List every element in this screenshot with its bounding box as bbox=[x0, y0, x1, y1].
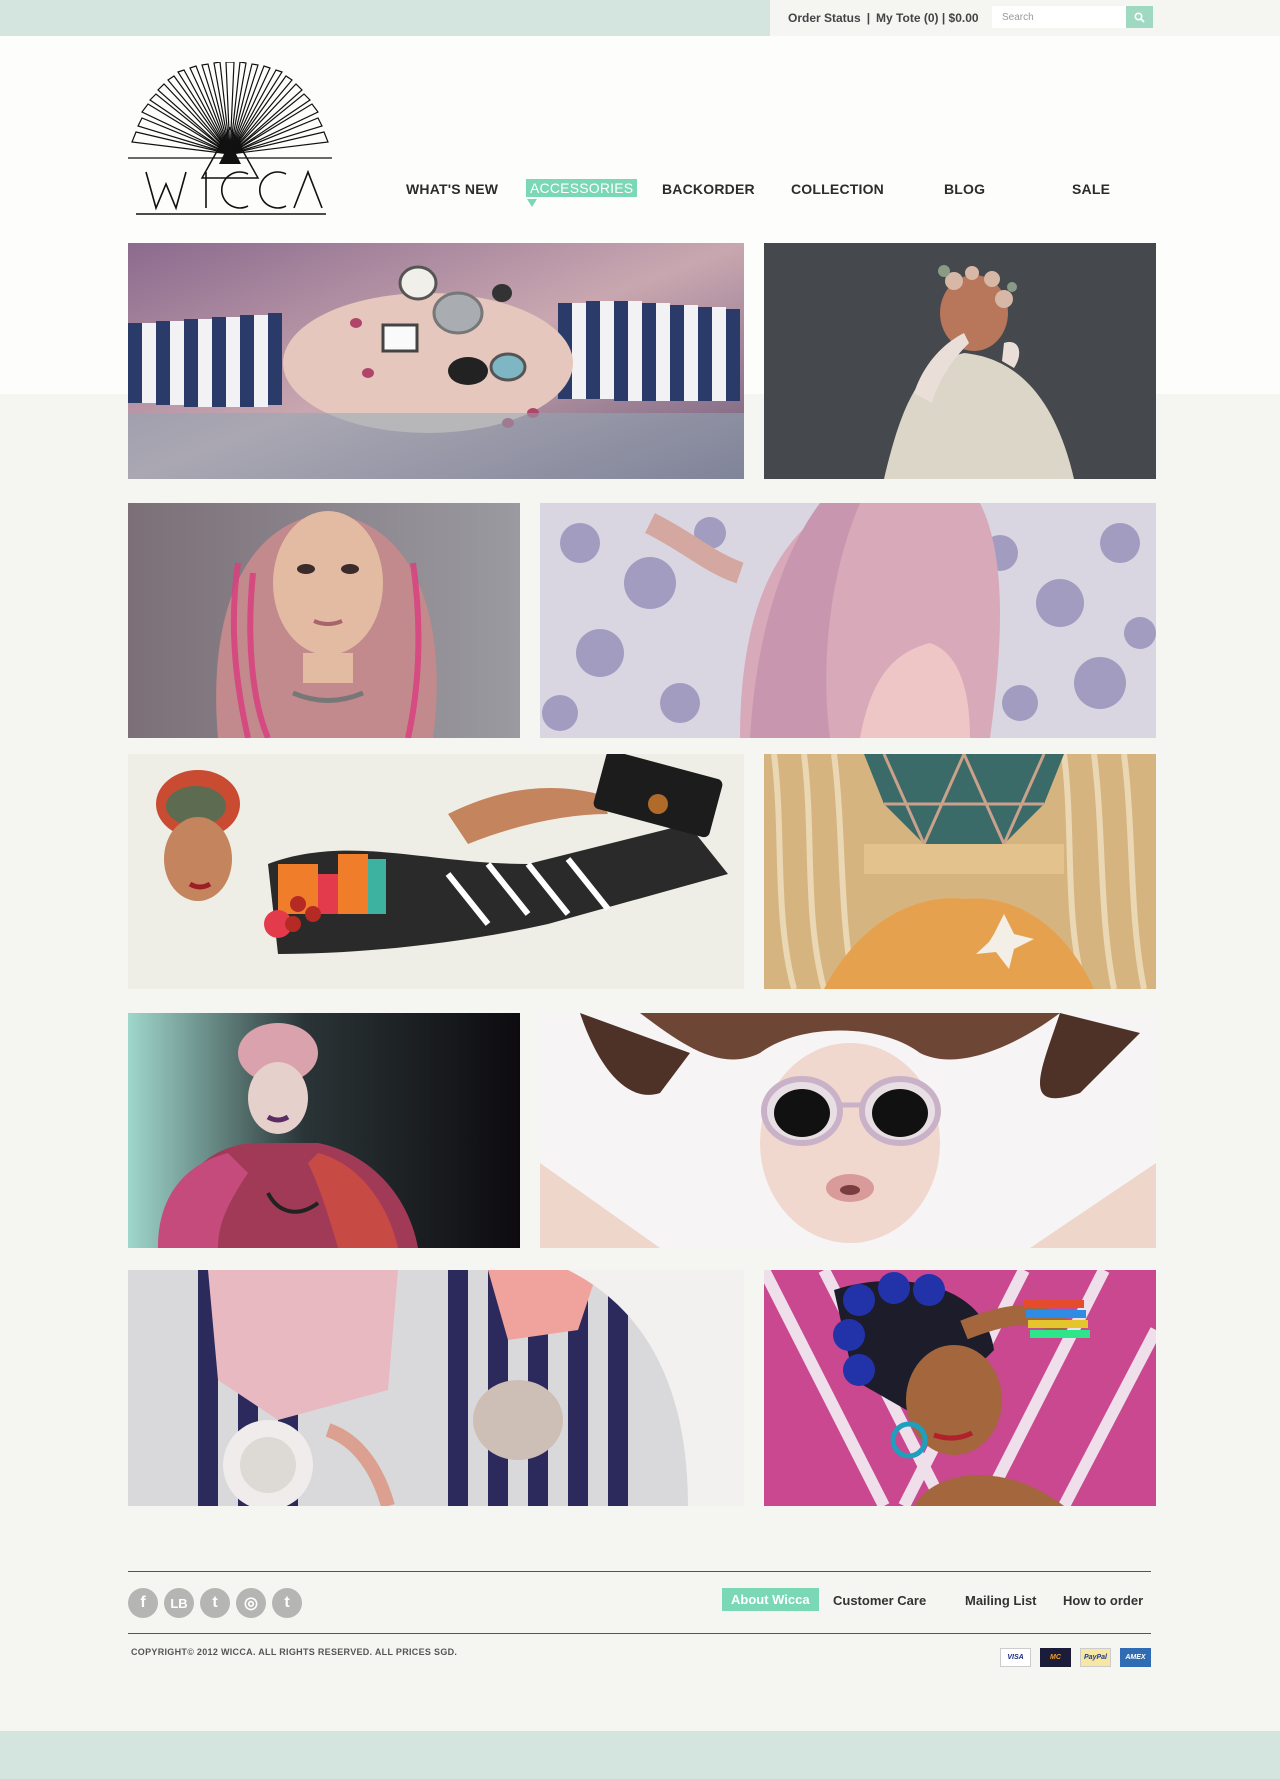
nav-backorder[interactable]: BACKORDER bbox=[662, 181, 755, 197]
search-box bbox=[992, 6, 1153, 28]
copyright-text: COPYRIGHT© 2012 WICCA. ALL RIGHTS RESERV… bbox=[131, 1647, 458, 1657]
my-tote-link[interactable]: My Tote (0) | $0.00 bbox=[876, 11, 979, 25]
gallery-tile-sunglasses[interactable] bbox=[540, 1013, 1156, 1248]
separator: | bbox=[866, 11, 871, 25]
logo-sunburst-icon bbox=[128, 61, 332, 215]
gallery-tile-flower-crown[interactable] bbox=[764, 243, 1156, 479]
paypal-icon: PayPal bbox=[1080, 1648, 1111, 1667]
instagram-icon[interactable]: ◎ bbox=[236, 1588, 266, 1618]
wicca-logo[interactable] bbox=[128, 61, 332, 218]
search-input[interactable] bbox=[992, 6, 1126, 28]
pink-hat-image bbox=[128, 1013, 520, 1248]
blonde-geometric-image bbox=[764, 754, 1156, 989]
twitter-icon[interactable]: t bbox=[272, 1588, 302, 1618]
pink-hair-portrait-image bbox=[128, 503, 520, 738]
nav-active-indicator bbox=[527, 199, 537, 207]
footer-link-how-to-order[interactable]: How to order bbox=[1063, 1593, 1143, 1608]
order-status-link[interactable]: Order Status bbox=[788, 11, 861, 25]
search-button[interactable] bbox=[1126, 6, 1153, 28]
floral-pink-hair-image bbox=[540, 503, 1156, 738]
footer-top-rule bbox=[128, 1571, 1151, 1572]
flower-crown-image bbox=[764, 243, 1156, 479]
hair-rollers-image bbox=[764, 1270, 1156, 1506]
footer-link-customer-care[interactable]: Customer Care bbox=[833, 1593, 926, 1608]
bottom-bar bbox=[0, 1731, 1280, 1779]
gallery-tile-pink-hat[interactable] bbox=[128, 1013, 520, 1248]
nav-collection[interactable]: COLLECTION bbox=[791, 181, 884, 197]
nav-sale[interactable]: SALE bbox=[1072, 181, 1110, 197]
search-icon bbox=[1134, 11, 1145, 23]
turban-fashion-image bbox=[128, 754, 744, 989]
gallery-tile-striped-towels[interactable] bbox=[128, 1270, 744, 1506]
account-links: Order Status | My Tote (0) | $0.00 bbox=[788, 11, 979, 25]
gallery-tile-rollers[interactable] bbox=[764, 1270, 1156, 1506]
facebook-icon[interactable]: f bbox=[128, 1588, 158, 1618]
mastercard-icon: MC bbox=[1040, 1648, 1071, 1667]
amex-icon: AMEX bbox=[1120, 1648, 1151, 1667]
footer-link-about-wicca[interactable]: About Wicca bbox=[722, 1588, 819, 1611]
gallery-tile-blonde-geometric[interactable] bbox=[764, 754, 1156, 989]
gallery-tile-rings[interactable] bbox=[128, 243, 744, 479]
footer-link-mailing-list[interactable]: Mailing List bbox=[965, 1593, 1037, 1608]
nav-accessories[interactable]: ACCESSORIES bbox=[526, 179, 638, 197]
sunglasses-image bbox=[540, 1013, 1156, 1248]
visa-icon: VISA bbox=[1000, 1648, 1031, 1667]
gallery-tile-floral[interactable] bbox=[540, 503, 1156, 738]
nav-blog[interactable]: BLOG bbox=[944, 181, 985, 197]
rings-image bbox=[128, 243, 744, 479]
footer-bottom-rule bbox=[128, 1633, 1151, 1634]
tumblr-icon[interactable]: t bbox=[200, 1588, 230, 1618]
striped-towels-image bbox=[128, 1270, 744, 1506]
gallery-tile-turban[interactable] bbox=[128, 754, 744, 989]
nav-whats-new[interactable]: WHAT'S NEW bbox=[406, 181, 498, 197]
gallery-tile-pink-hair[interactable] bbox=[128, 503, 520, 738]
lookbook-icon[interactable]: LB bbox=[164, 1588, 194, 1618]
